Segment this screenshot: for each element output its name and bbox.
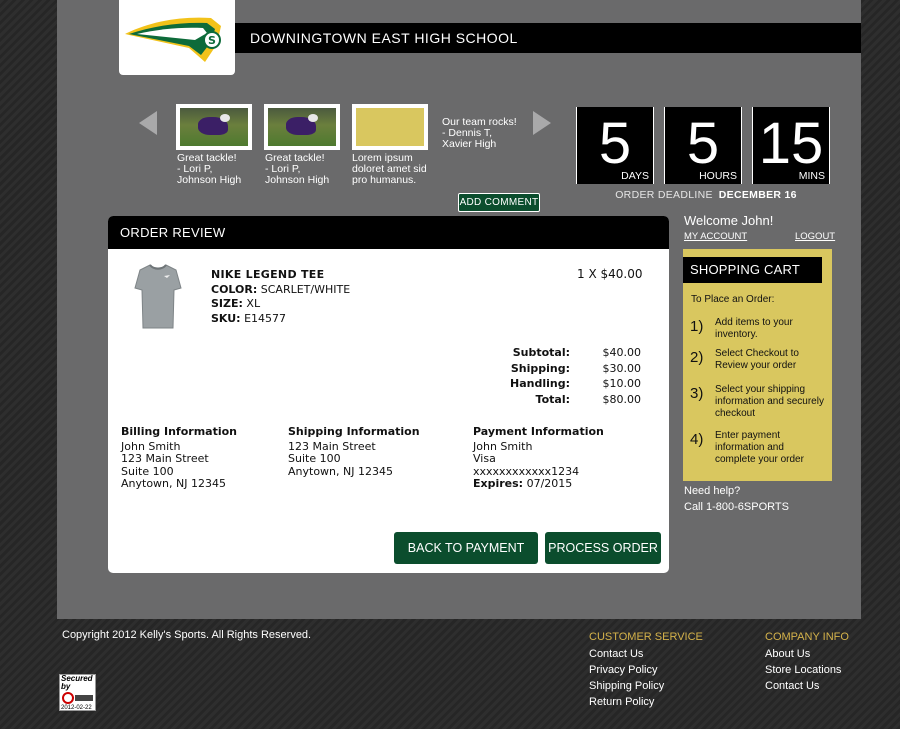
order-review-title: ORDER REVIEW [108, 216, 669, 249]
process-order-button[interactable]: PROCESS ORDER [545, 532, 661, 564]
shipping-title: Shipping Information [288, 425, 420, 438]
product-color: COLOR: SCARLET/WHITE [211, 282, 351, 296]
customer-service-title: CUSTOMER SERVICE [589, 631, 703, 643]
handling-row: Handling: $10.00 [510, 377, 641, 391]
logout-link[interactable]: LOGOUT [795, 231, 835, 242]
school-name-banner: DOWNINGTOWN EAST HIGH SCHOOL [235, 23, 861, 53]
countdown-mins: 15 MINS [752, 107, 830, 184]
eagle-logo-icon: S [125, 17, 221, 62]
welcome-message: Welcome John! [684, 213, 774, 228]
payment-title: Payment Information [473, 425, 604, 438]
footer-link-about-us[interactable]: About Us [765, 646, 849, 662]
yellow-placeholder-image [356, 108, 424, 146]
payment-information: Payment Information John Smith Visa xxxx… [473, 425, 604, 490]
help-contact: Need help? Call 1-800-6SPORTS [684, 484, 789, 515]
payment-expires: Expires: 07/2015 [473, 477, 573, 490]
football-photo [180, 108, 248, 146]
shipping-information: Shipping Information 123 Main Street Sui… [288, 425, 420, 478]
my-account-link[interactable]: MY ACCOUNT [684, 231, 747, 242]
shopping-cart-title: SHOPPING CART [683, 257, 822, 283]
billing-title: Billing Information [121, 425, 237, 438]
cart-intro: To Place an Order: [691, 294, 775, 305]
carousel-next-arrow-icon[interactable] [533, 111, 551, 135]
order-deadline-label: ORDER DEADLINE [615, 189, 713, 201]
footer-link-shipping-policy[interactable]: Shipping Policy [589, 678, 703, 694]
product-size: SIZE: XL [211, 297, 261, 310]
order-deadline: ORDER DEADLINE DECEMBER 16 [576, 189, 836, 201]
countdown-mins-value: 15 [758, 111, 824, 176]
company-info-links: COMPANY INFO About Us Store Locations Co… [765, 629, 849, 694]
countdown-hours: 5 HOURS [664, 107, 742, 184]
carousel-caption-3: Lorem ipsum doloret amet sid pro humanus… [352, 152, 427, 186]
help-question: Need help? [684, 485, 741, 497]
footer-link-privacy-policy[interactable]: Privacy Policy [589, 662, 703, 678]
carousel-thumbnail-3[interactable] [352, 104, 428, 150]
order-deadline-date: DECEMBER 16 [718, 189, 797, 201]
security-seal-icon[interactable]: Secured by 2012-02-22 [59, 674, 96, 711]
product-details: NIKE LEGEND TEE COLOR: SCARLET/WHITE SIZ… [211, 268, 350, 326]
carousel-thumbnail-2[interactable] [264, 104, 340, 150]
footer-link-contact-us[interactable]: Contact Us [589, 646, 703, 662]
shipping-row: Shipping: $30.00 [510, 361, 641, 375]
school-logo[interactable]: S [119, 0, 235, 75]
countdown-days-value: 5 [598, 111, 632, 176]
carousel-caption-1: Great tackle! - Lori P, Johnson High [177, 152, 242, 186]
football-photo [268, 108, 336, 146]
total-row: Total: $80.00 [535, 392, 641, 406]
seal-date: 2012-02-22 [61, 705, 92, 711]
help-phone[interactable]: Call 1-800-6SPORTS [684, 500, 789, 516]
product-sku: SKU: E14577 [211, 311, 287, 325]
countdown-days: 5 DAYS [576, 107, 654, 184]
carousel-prev-arrow-icon[interactable] [139, 111, 157, 135]
footer-link-contact-us-company[interactable]: Contact Us [765, 678, 849, 694]
back-to-payment-info-button[interactable]: BACK TO PAYMENT INFO [394, 532, 538, 564]
shopping-cart-panel: SHOPPING CART To Place an Order: 1) Add i… [683, 249, 832, 481]
add-comment-button[interactable]: ADD COMMENT [458, 193, 540, 212]
order-totals: Subtotal: $40.00 Shipping: $30.00 Handling… [498, 345, 641, 407]
product-name: NIKE LEGEND TEE [211, 268, 325, 281]
company-info-title: COMPANY INFO [765, 631, 849, 643]
subtotal-row: Subtotal: $40.00 [512, 346, 641, 359]
countdown-days-label: DAYS [621, 170, 649, 182]
seal-text: Secured by [61, 674, 93, 691]
order-review-panel: ORDER REVIEW NIKE LEGEND TEE COLOR: SCAR… [108, 216, 669, 573]
countdown-hours-value: 5 [686, 111, 720, 176]
countdown-mins-label: MINS [798, 170, 825, 182]
seal-logo-icon [62, 692, 93, 704]
footer-link-return-policy[interactable]: Return Policy [589, 694, 703, 710]
billing-information: Billing Information John Smith 123 Main … [121, 425, 237, 490]
carousel-thumbnail-1[interactable] [176, 104, 252, 150]
countdown-hours-label: HOURS [699, 170, 737, 182]
logo-letter: S [208, 34, 216, 47]
carousel-quote: Our team rocks! - Dennis T, Xavier High [442, 116, 517, 150]
footer-link-store-locations[interactable]: Store Locations [765, 662, 849, 678]
quantity-price: 1 X $40.00 [577, 267, 643, 281]
product-tshirt-image [134, 264, 182, 329]
customer-service-links: CUSTOMER SERVICE Contact Us Privacy Poli… [589, 629, 703, 710]
carousel-caption-2: Great tackle! - Lori P, Johnson High [265, 152, 330, 186]
copyright-text: Copyright 2012 Kelly's Sports. All Right… [62, 629, 312, 641]
